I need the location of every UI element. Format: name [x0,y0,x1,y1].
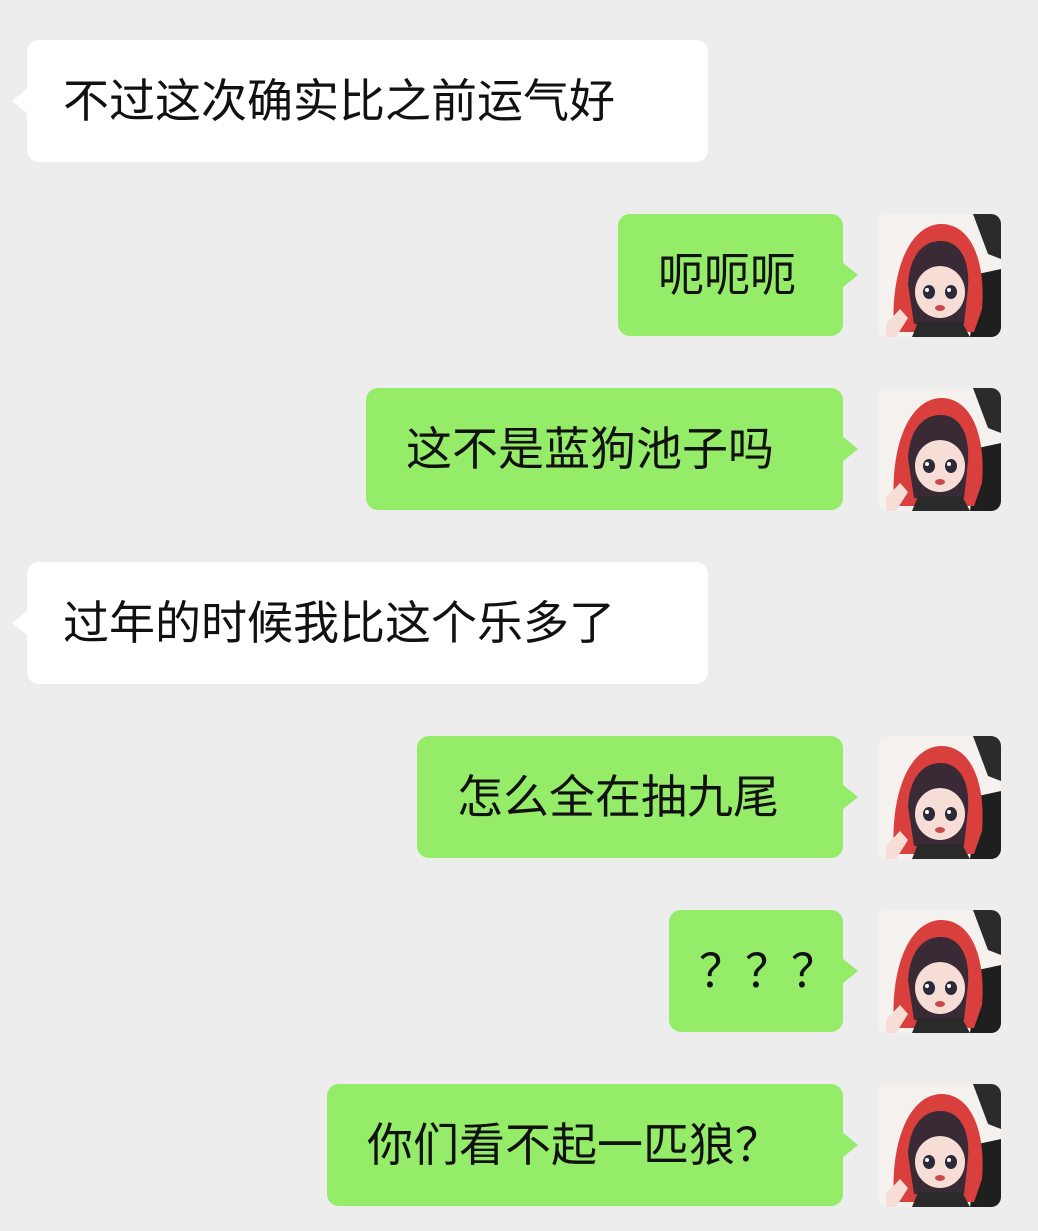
message-text: 过年的时候我比这个乐多了 [63,596,615,650]
user-avatar[interactable] [878,910,1001,1033]
user-avatar[interactable] [878,736,1001,859]
message-bubble-outgoing[interactable]: ？？？ [669,910,858,1032]
anime-girl-red-hood-avatar-icon [878,214,1001,337]
message-text: 你们看不起一匹狼？ [367,1118,781,1172]
anime-girl-red-hood-avatar-icon [878,736,1001,859]
message-bubble-outgoing[interactable]: 这不是蓝狗池子吗 [366,388,858,510]
message-text: 这不是蓝狗池子吗 [406,422,774,476]
anime-girl-red-hood-avatar-icon [878,910,1001,1033]
message-bubble-outgoing[interactable]: 怎么全在抽九尾 [417,736,858,858]
message-text: 不过这次确实比之前运气好 [63,74,615,128]
user-avatar[interactable] [878,214,1001,337]
anime-girl-red-hood-avatar-icon [878,1084,1001,1207]
message-text: 怎么全在抽九尾 [457,770,779,824]
message-bubble-outgoing[interactable]: 呃呃呃 [618,214,858,336]
message-bubble-incoming[interactable]: 不过这次确实比之前运气好 [12,40,708,162]
anime-girl-red-hood-avatar-icon [878,388,1001,511]
message-bubble-incoming[interactable]: 过年的时候我比这个乐多了 [12,562,708,684]
message-bubble-outgoing[interactable]: 你们看不起一匹狼？ [327,1084,858,1206]
message-text: 呃呃呃 [658,248,796,302]
user-avatar[interactable] [878,1084,1001,1207]
user-avatar[interactable] [878,388,1001,511]
message-text: ？？？ [699,944,837,998]
